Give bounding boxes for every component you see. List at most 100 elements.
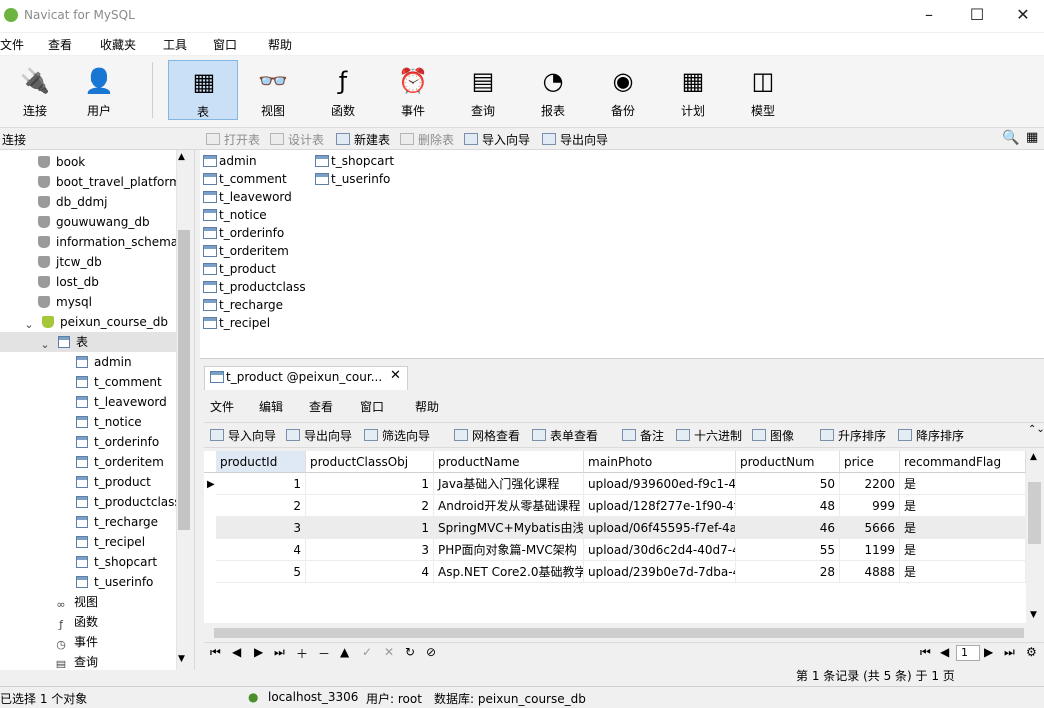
tree-table-t-comment[interactable]: t_comment <box>76 372 162 392</box>
toolbar-model-button[interactable]: ◫ 模型 <box>728 60 798 120</box>
tree-db-boot-travel-platform[interactable]: boot_travel_platform <box>38 172 181 192</box>
menu-file[interactable]: 文件 <box>0 36 24 53</box>
cell-productClassObj[interactable]: 4 <box>306 561 434 583</box>
minimize-button[interactable]: – <box>906 2 952 30</box>
object-t-notice[interactable]: t_notice <box>203 206 267 224</box>
refresh-icon[interactable]: ↻ <box>405 645 415 659</box>
column-header-productClassObj[interactable]: productClassObj <box>306 451 434 473</box>
column-header-price[interactable]: price <box>840 451 900 473</box>
cell-productId[interactable]: 3 <box>216 517 306 539</box>
settings-icon[interactable]: ⚙ <box>1026 645 1037 659</box>
object-t-productclass[interactable]: t_productclass <box>203 278 306 296</box>
menu-favorites[interactable]: 收藏夹 <box>100 36 136 53</box>
menu-tools[interactable]: 工具 <box>163 36 187 53</box>
form-view-button[interactable]: 表单查看 <box>532 427 598 444</box>
menu-view[interactable]: 查看 <box>48 36 72 53</box>
cell-productName[interactable]: SpringMVC+Mybatis由浅 <box>434 517 584 539</box>
cell-productNum[interactable]: 28 <box>736 561 840 583</box>
cell-price[interactable]: 2200 <box>840 473 900 495</box>
cell-productNum[interactable]: 48 <box>736 495 840 517</box>
grid-filter-wizard-button[interactable]: 筛选向导 <box>364 427 430 444</box>
grid-export-wizard-button[interactable]: 导出向导 <box>286 427 352 444</box>
stop-icon[interactable]: ⊘ <box>426 645 436 659</box>
tree-events-folder[interactable]: ◷ 事件 <box>54 632 98 652</box>
cell-productId[interactable]: 4 <box>216 539 306 561</box>
toolbar-view-button[interactable]: 👓 视图 <box>238 60 308 120</box>
tree-table-t-product[interactable]: t_product <box>76 472 151 492</box>
editor-menu-edit[interactable]: 编辑 <box>259 398 283 415</box>
grid-view-button[interactable]: 网格查看 <box>454 427 520 444</box>
tree-table-t-orderinfo[interactable]: t_orderinfo <box>76 432 159 452</box>
tree-table-admin[interactable]: admin <box>76 352 132 372</box>
page-number-input[interactable]: 1 <box>956 645 980 661</box>
cell-mainPhoto[interactable]: upload/30d6c2d4-40d7-4 <box>584 539 736 561</box>
list-view-icon[interactable]: ▦ <box>1026 130 1038 145</box>
column-header-mainPhoto[interactable]: mainPhoto <box>584 451 736 473</box>
object-admin[interactable]: admin <box>203 152 257 170</box>
toolbar-overflow-icon[interactable]: ⌃⌄ <box>1028 424 1044 435</box>
cell-productId[interactable]: 2 <box>216 495 306 517</box>
tree-db-book[interactable]: book <box>38 152 85 172</box>
cell-productClassObj[interactable]: 1 <box>306 517 434 539</box>
cell-productName[interactable]: Android开发从零基础课程 <box>434 495 584 517</box>
object-t-orderinfo[interactable]: t_orderinfo <box>203 224 284 242</box>
tree-table-t-leaveword[interactable]: t_leaveword <box>76 392 167 412</box>
tree-table-t-notice[interactable]: t_notice <box>76 412 142 432</box>
tree-db-db-ddmj[interactable]: db_ddmj <box>38 192 108 212</box>
cell-mainPhoto[interactable]: upload/239b0e7d-7dba-4 <box>584 561 736 583</box>
tree-table-t-orderitem[interactable]: t_orderitem <box>76 452 164 472</box>
chevron-down-icon[interactable]: ⌄ <box>22 315 36 331</box>
column-header-productNum[interactable]: productNum <box>736 451 840 473</box>
tree-db-information-schema[interactable]: information_schema <box>38 232 178 252</box>
cell-productName[interactable]: PHP面向对象篇-MVC架构 <box>434 539 584 561</box>
toolbar-backup-button[interactable]: ◉ 备份 <box>588 60 658 120</box>
scroll-down-arrow-icon[interactable]: ▼ <box>178 654 185 664</box>
cell-recommandFlag[interactable]: 是 <box>900 473 1026 495</box>
object-t-recharge[interactable]: t_recharge <box>203 296 283 314</box>
cell-recommandFlag[interactable]: 是 <box>900 539 1026 561</box>
close-button[interactable]: ✕ <box>1000 2 1044 30</box>
tree-queries-folder[interactable]: ▤ 查询 <box>54 652 98 668</box>
toolbar-connect-button[interactable]: 🔌 连接 <box>0 60 70 120</box>
cell-productClassObj[interactable]: 3 <box>306 539 434 561</box>
tree-db-peixun-course-db[interactable]: ⌄ peixun_course_db <box>22 312 168 332</box>
cell-productNum[interactable]: 50 <box>736 473 840 495</box>
menu-window[interactable]: 窗口 <box>213 36 237 53</box>
tree-table-t-productclass[interactable]: t_productclass <box>76 492 176 512</box>
next-page-icon[interactable]: ▶ <box>984 645 993 659</box>
editor-menu-view[interactable]: 查看 <box>309 398 333 415</box>
last-page-icon[interactable]: ⏭ <box>1004 645 1015 660</box>
previous-record-icon[interactable]: ◀ <box>232 645 241 659</box>
image-button[interactable]: 图像 <box>752 427 794 444</box>
scroll-up-arrow-icon[interactable]: ▲ <box>178 152 185 162</box>
first-record-icon[interactable]: ⏮ <box>210 645 221 660</box>
cell-price[interactable]: 999 <box>840 495 900 517</box>
cell-mainPhoto[interactable]: upload/06f45595-f7ef-4a <box>584 517 736 539</box>
cell-productId[interactable]: 1 <box>216 473 306 495</box>
column-header-productName[interactable]: productName <box>434 451 584 473</box>
tree-views-folder[interactable]: ∞ 视图 <box>54 592 98 612</box>
menu-help[interactable]: 帮助 <box>268 36 292 53</box>
import-wizard-button[interactable]: 导入向导 <box>464 131 530 148</box>
cell-mainPhoto[interactable]: upload/939600ed-f9c1-4l <box>584 473 736 495</box>
chevron-down-icon[interactable]: ⌄ <box>38 335 52 351</box>
tree-functions-folder[interactable]: ƒ 函数 <box>54 612 98 632</box>
object-t-orderitem[interactable]: t_orderitem <box>203 242 289 260</box>
tab-close-icon[interactable]: ✕ <box>390 368 401 383</box>
tree-db-mysql[interactable]: mysql <box>38 292 92 312</box>
cell-productId[interactable]: 5 <box>216 561 306 583</box>
object-t-shopcart[interactable]: t_shopcart <box>315 152 394 170</box>
editor-menu-file[interactable]: 文件 <box>210 398 234 415</box>
tree-tables-folder[interactable]: ⌄ 表 <box>38 332 88 352</box>
search-icon[interactable]: 🔍 <box>1002 130 1019 146</box>
cell-recommandFlag[interactable]: 是 <box>900 517 1026 539</box>
object-t-recipel[interactable]: t_recipel <box>203 314 270 332</box>
cell-price[interactable]: 4888 <box>840 561 900 583</box>
object-t-product[interactable]: t_product <box>203 260 276 278</box>
cell-productName[interactable]: Java基础入门强化课程 <box>434 473 584 495</box>
grid-import-wizard-button[interactable]: 导入向导 <box>210 427 276 444</box>
toolbar-report-button[interactable]: ◔ 报表 <box>518 60 588 120</box>
grid-vertical-thumb[interactable] <box>1028 482 1041 544</box>
next-record-icon[interactable]: ▶ <box>254 645 263 659</box>
cell-mainPhoto[interactable]: upload/128f277e-1f90-4f <box>584 495 736 517</box>
